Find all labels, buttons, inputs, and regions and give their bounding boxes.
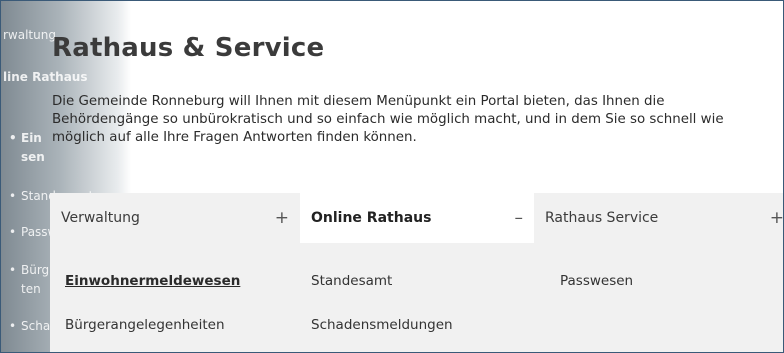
- link-schadensmeldungen[interactable]: Schadensmeldungen: [311, 317, 453, 333]
- plus-icon: +: [274, 208, 289, 228]
- page-title: Rathaus & Service: [52, 33, 325, 63]
- tab-online-rathaus[interactable]: Online Rathaus –: [300, 193, 534, 243]
- sidebar-item-buergerangelegenheiten-cont[interactable]: ten: [21, 282, 41, 296]
- sidebar-item-einwohnermeldewesen-cont[interactable]: sen: [21, 150, 45, 164]
- submenu-panel: Einwohnermeldewesen Standesamt Passwesen…: [50, 243, 783, 352]
- tab-bar: Verwaltung + Online Rathaus – Rathaus Se…: [50, 193, 784, 243]
- tab-label: Online Rathaus: [311, 210, 432, 226]
- sidebar-item-schadensmeldungen[interactable]: Scha: [9, 319, 50, 333]
- link-standesamt[interactable]: Standesamt: [311, 273, 392, 289]
- tab-verwaltung[interactable]: Verwaltung +: [50, 193, 300, 243]
- plus-icon: +: [769, 208, 784, 228]
- link-passwesen[interactable]: Passwesen: [560, 273, 633, 289]
- sidebar-item-buergerangelegenheiten[interactable]: Bürg: [9, 263, 49, 277]
- portal-frame: rwaltung line Rathaus Ein sen Standesamt…: [0, 0, 784, 353]
- sidebar-item-verwaltung[interactable]: rwaltung: [3, 28, 56, 42]
- link-buergerangelegenheiten[interactable]: Bürgerangelegenheiten: [65, 317, 225, 333]
- minus-icon: –: [514, 208, 524, 228]
- intro-text: Die Gemeinde Ronneburg will Ihnen mit di…: [52, 94, 724, 145]
- tab-rathaus-service[interactable]: Rathaus Service +: [534, 193, 784, 243]
- tab-label: Verwaltung: [61, 210, 140, 226]
- link-einwohnermeldewesen[interactable]: Einwohnermeldewesen: [65, 273, 240, 289]
- tab-label: Rathaus Service: [545, 210, 659, 226]
- sidebar-item-einwohnermeldewesen[interactable]: Ein: [9, 131, 42, 145]
- sidebar-item-online-rathaus[interactable]: line Rathaus: [3, 70, 88, 84]
